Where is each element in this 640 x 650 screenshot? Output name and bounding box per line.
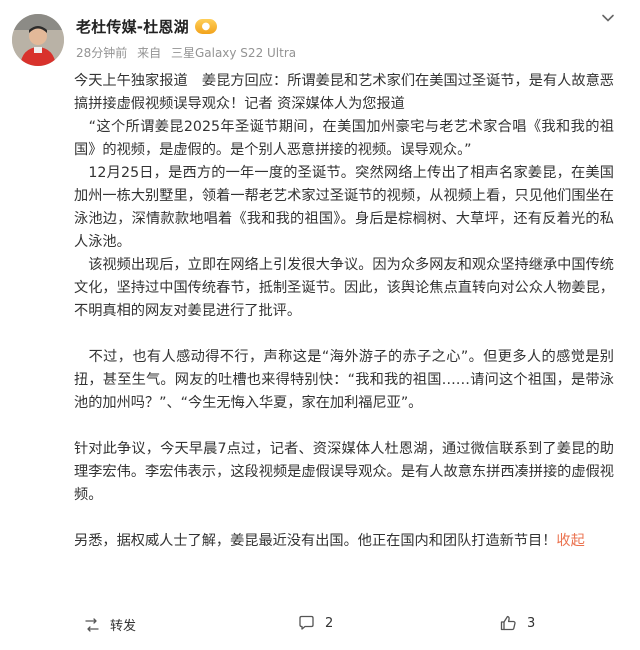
post-paragraph: 针对此争议，今天早晨7点过，记者、资深媒体人杜恩湖，通过微信联系到了姜昆的助理李…: [74, 441, 614, 503]
post-paragraph: “这个所谓姜昆2025年圣诞节期间，在美国加州豪宅与老艺术家合唱《我和我的祖国》…: [74, 119, 614, 158]
comment-icon: [299, 615, 314, 630]
vip-badge-icon: ●: [194, 19, 217, 34]
post-time: 28分钟前: [76, 46, 128, 60]
source-prefix: 来自: [137, 46, 162, 60]
post-paragraph: 该视频出现后，立即在网络上引发很大争议。因为众多网友和观众坚持继承中国传统文化，…: [74, 257, 614, 319]
post-header: 老杜传媒-杜恩湖 ● 28分钟前 来自 三星Galaxy S22 Ultra: [0, 0, 640, 72]
chevron-down-icon[interactable]: [600, 10, 616, 26]
device-name[interactable]: 三星Galaxy S22 Ultra: [171, 46, 296, 60]
like-count: 3: [527, 615, 536, 631]
repost-label: 转发: [110, 619, 137, 634]
comment-button[interactable]: 2: [298, 615, 333, 631]
comment-count: 2: [325, 615, 334, 631]
repost-button[interactable]: 转发: [84, 615, 136, 634]
action-bar: 转发 2 3: [0, 607, 640, 647]
avatar[interactable]: [12, 14, 64, 66]
post-body: 今天上午独家报道 姜昆方回应：所谓姜昆和艺术家们在美国过圣诞节，是有人故意恶搞拼…: [74, 70, 614, 553]
like-button[interactable]: 3: [500, 615, 535, 631]
post-meta: 28分钟前 来自 三星Galaxy S22 Ultra: [76, 44, 302, 61]
post-paragraph: 不过，也有人感动得不行，声称这是“海外游子的赤子之心”。但更多人的感觉是别扭，甚…: [74, 349, 614, 411]
post-paragraph: 另悉，据权威人士了解，姜昆最近没有出国。他正在国内和团队打造新节目！收起: [74, 530, 614, 553]
thumbs-up-icon: [500, 615, 516, 631]
collapse-link[interactable]: 收起: [556, 533, 584, 549]
post-paragraph: 今天上午独家报道 姜昆方回应：所谓姜昆和艺术家们在美国过圣诞节，是有人故意恶搞拼…: [74, 73, 614, 112]
repost-icon: [85, 617, 99, 632]
post-final-text: 另悉，据权威人士了解，姜昆最近没有出国。他正在国内和团队打造新节目！: [74, 533, 557, 549]
post-paragraph: 12月25日，是西方的一年一度的圣诞节。突然网络上传出了相声名家姜昆，在美国加州…: [74, 165, 614, 250]
username[interactable]: 老杜传媒-杜恩湖: [76, 16, 189, 37]
